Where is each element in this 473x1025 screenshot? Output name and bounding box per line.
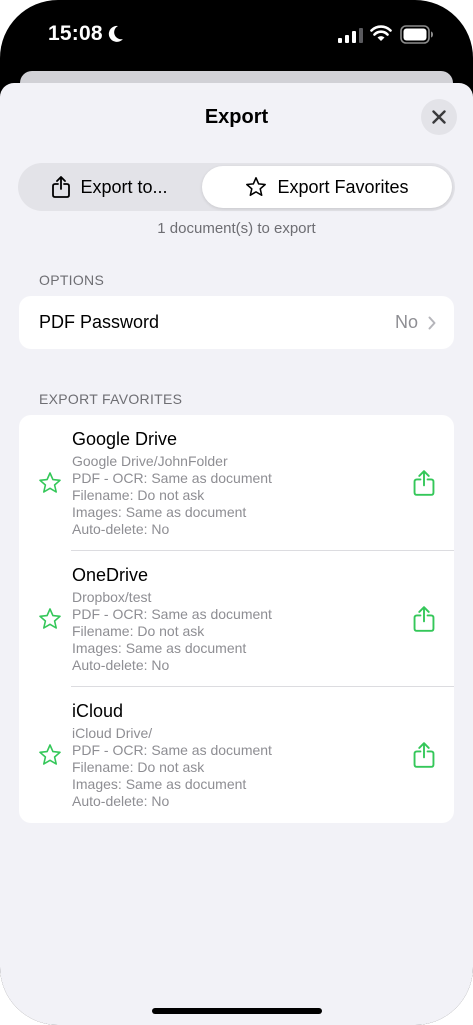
tab-export-to[interactable]: Export to...	[21, 166, 199, 208]
options-card: PDF Password No	[19, 296, 454, 349]
favorite-name: Google Drive	[72, 429, 178, 449]
favorite-path: Dropbox/test	[72, 589, 152, 605]
star-icon[interactable]	[38, 471, 62, 495]
favorite-path: iCloud Drive/	[72, 725, 153, 741]
favorite-auto-delete: Auto-delete: No	[72, 793, 170, 809]
pdf-password-row[interactable]: PDF Password No	[19, 296, 454, 349]
favorite-images: Images: Same as document	[72, 776, 247, 792]
status-bar: 15:08	[0, 0, 473, 72]
favorite-format: PDF - OCR: Same as document	[72, 470, 272, 486]
battery-icon	[400, 25, 433, 44]
moon-icon	[108, 25, 123, 42]
close-icon	[432, 110, 446, 124]
favorite-format: PDF - OCR: Same as document	[72, 742, 272, 758]
favorite-name: iCloud	[72, 701, 124, 721]
favorite-images: Images: Same as document	[72, 504, 247, 520]
favorite-name: OneDrive	[72, 565, 149, 585]
tab-export-favorites[interactable]: Export Favorites	[202, 166, 452, 208]
tab-export-to-label: Export to...	[80, 176, 168, 197]
export-mode-segmented-control: Export to... Export Favorites	[18, 163, 455, 211]
favorite-images: Images: Same as document	[72, 640, 247, 656]
favorite-path: Google Drive/JohnFolder	[72, 453, 228, 469]
favorite-filename: Filename: Do not ask	[72, 759, 205, 775]
signal-icon	[338, 28, 363, 43]
share-icon	[52, 176, 71, 198]
close-button[interactable]	[421, 99, 457, 135]
favorite-auto-delete: Auto-delete: No	[72, 657, 170, 673]
favorite-item-onedrive[interactable]: OneDrive Dropbox/test PDF - OCR: Same as…	[19, 551, 454, 687]
pdf-password-label: PDF Password	[39, 312, 160, 332]
sheet-title: Export	[204, 106, 269, 128]
favorite-item-icloud[interactable]: iCloud iCloud Drive/ PDF - OCR: Same as …	[19, 687, 454, 823]
home-indicator[interactable]	[152, 1008, 322, 1014]
favorite-item-google-drive[interactable]: Google Drive Google Drive/JohnFolder PDF…	[19, 415, 454, 551]
document-count: 1 document(s) to export	[157, 220, 316, 237]
pdf-password-value-group: No	[395, 312, 436, 333]
options-section-header: OPTIONS	[39, 272, 105, 288]
phone-screen: 15:08 Export Export to... Export Favorit…	[0, 0, 473, 1025]
status-time: 15:08	[48, 22, 103, 45]
favorite-filename: Filename: Do not ask	[72, 623, 205, 639]
favorite-auto-delete: Auto-delete: No	[72, 521, 170, 537]
export-sheet: Export Export to... Export Favorites 1 d…	[0, 83, 473, 1025]
pdf-password-value: No	[394, 312, 418, 332]
favorite-filename: Filename: Do not ask	[72, 487, 205, 503]
favorite-format: PDF - OCR: Same as document	[72, 606, 272, 622]
tab-export-favorites-label: Export Favorites	[277, 176, 409, 197]
export-favorites-section-header: EXPORT FAVORITES	[39, 391, 183, 407]
star-icon[interactable]	[38, 607, 62, 631]
share-icon[interactable]	[413, 742, 435, 768]
share-icon[interactable]	[413, 470, 435, 496]
wifi-icon	[370, 25, 392, 41]
share-icon[interactable]	[413, 606, 435, 632]
star-icon	[246, 177, 267, 197]
favorites-list: Google Drive Google Drive/JohnFolder PDF…	[19, 415, 454, 823]
chevron-right-icon	[428, 316, 436, 329]
star-icon[interactable]	[38, 743, 62, 767]
